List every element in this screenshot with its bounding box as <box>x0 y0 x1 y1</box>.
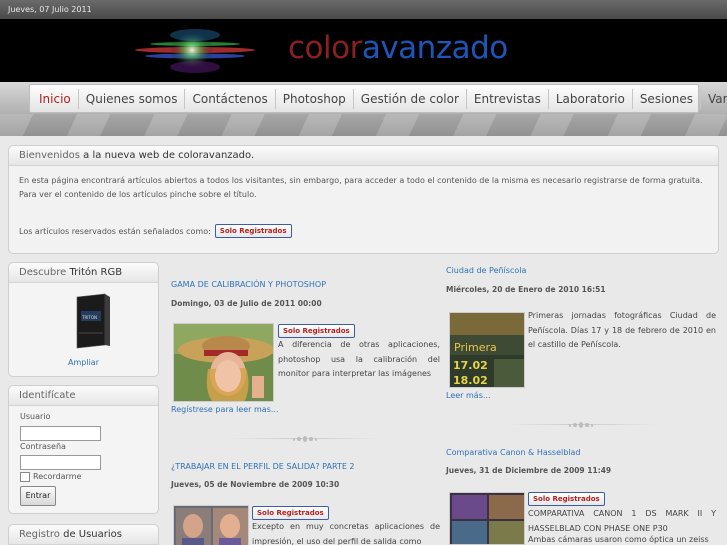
solo-registrados-badge: Solo Registrados <box>528 492 605 506</box>
svg-text:17.02: 17.02 <box>453 359 488 372</box>
article-date: Domingo, 03 de Julio de 2011 00:00 <box>171 299 322 308</box>
svg-text:TRITON: TRITON <box>81 315 97 320</box>
username-label: Usuario <box>20 412 51 421</box>
login-box-title: Identifícate <box>9 386 158 406</box>
article-image-woman-hat <box>173 323 274 402</box>
article-image-peniscola-poster: Primera 17.02 18.02 <box>449 312 525 388</box>
site-header: coloravanzado <box>0 19 727 82</box>
article-title-gama-calibracion[interactable]: GAMA DE CALIBRACIÓN Y PHOTOSHOP <box>171 280 326 289</box>
svg-text:Primera: Primera <box>454 341 497 354</box>
nav-item-inicio[interactable]: Inicio <box>30 88 79 109</box>
nav-decoration <box>0 114 727 136</box>
login-button[interactable]: Entrar <box>20 486 56 506</box>
logo-orb-icon <box>135 29 255 73</box>
date-bar: Jueves, 07 Julio 2011 <box>0 0 727 19</box>
nav-item-varios[interactable]: Varios <box>701 89 727 109</box>
ampliar-link[interactable]: Ampliar <box>9 358 158 367</box>
nav-item-photoshop[interactable]: Photoshop <box>276 88 354 109</box>
article-separator <box>506 421 656 429</box>
solo-registrados-badge: Solo Registrados <box>278 324 355 338</box>
welcome-paragraph: En esta página encontrará artículos abie… <box>19 176 703 199</box>
article-title-canon-hasselblad[interactable]: Comparativa Canon & Hasselblad <box>446 448 581 457</box>
nav-item-quienes-somos[interactable]: Quienes somos <box>79 88 186 109</box>
triton-box-title: Descubre Tritón RGB <box>9 263 158 283</box>
nav-item-entrevistas[interactable]: Entrevistas <box>467 88 549 109</box>
nav-item-contactenos[interactable]: Contáctenos <box>185 88 276 109</box>
article-excerpt: COMPARATIVA CANON 1 DS MARK II Y HASSELB… <box>528 509 716 533</box>
register-box-title: Registro de Usuarios <box>9 525 158 545</box>
login-box: Identifícate Usuario Contraseña Recordar… <box>8 385 159 514</box>
svg-text:18.02: 18.02 <box>453 374 488 387</box>
main-nav: Inicio Quienes somos Contáctenos Photosh… <box>29 84 727 113</box>
solo-registrados-badge: Solo Registrados <box>214 224 292 238</box>
triton-box: Descubre Tritón RGB TRITON Ampliar <box>8 262 159 377</box>
register-to-read-more-link[interactable]: Regístrese para leer mas... <box>171 405 279 414</box>
password-input[interactable] <box>20 455 101 470</box>
remember-checkbox[interactable] <box>20 472 30 482</box>
welcome-title: Bienvenidos a la nueva web de coloravanz… <box>9 146 718 166</box>
welcome-panel: Bienvenidos a la nueva web de coloravanz… <box>8 145 719 254</box>
nav-item-sesiones[interactable]: Sesiones <box>633 88 701 109</box>
reserved-text: Los artículos reservados están señalados… <box>19 226 211 236</box>
article-title-perfil-salida[interactable]: ¿TRABAJAR EN EL PERFIL DE SALIDA? PARTE … <box>171 462 355 471</box>
article-image-comparison <box>173 505 249 545</box>
article-excerpt: Primeras jornadas fotográficas Ciudad de… <box>528 311 716 349</box>
article-excerpt: A diferencia de otras aplicaciones, phot… <box>278 340 440 378</box>
remember-label: Recordarme <box>33 472 82 481</box>
article-image-camera-comparison <box>449 492 525 545</box>
register-box: Registro de Usuarios <box>8 524 159 545</box>
read-more-link[interactable]: Leer más... <box>446 391 490 400</box>
nav-item-gestion-de-color[interactable]: Gestión de color <box>354 88 467 109</box>
solo-registrados-badge: Solo Registrados <box>252 506 329 520</box>
article-title-peniscola[interactable]: Ciudad de Peñíscola <box>446 266 526 275</box>
username-input[interactable] <box>20 426 101 441</box>
password-label: Contraseña <box>20 442 66 451</box>
reserved-note: Los artículos reservados están señalados… <box>19 224 292 238</box>
article-separator <box>230 435 380 443</box>
article-date: Miércoles, 20 de Enero de 2010 16:51 <box>446 285 606 294</box>
site-logo[interactable]: coloravanzado <box>288 30 508 66</box>
article-date: Jueves, 31 de Diciembre de 2009 11:49 <box>446 466 612 475</box>
nav-item-laboratorio[interactable]: Laboratorio <box>549 88 633 109</box>
triton-product-box-icon[interactable]: TRITON <box>73 293 111 349</box>
article-excerpt-continued: Ambas cámaras usaron como óptica un zeis… <box>528 535 709 544</box>
article-date: Jueves, 05 de Noviembre de 2009 10:30 <box>171 480 340 489</box>
article-excerpt: Excepto en muy concretas aplicaciones de… <box>252 522 440 545</box>
